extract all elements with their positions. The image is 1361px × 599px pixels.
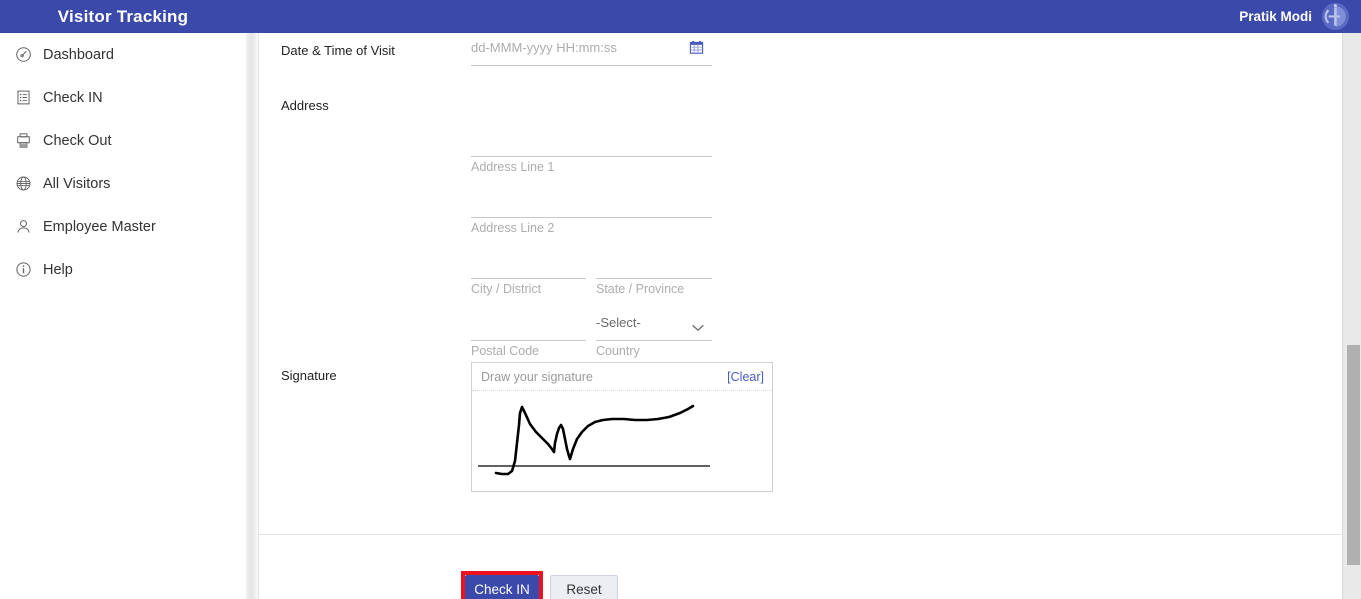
address-line2-placeholder: Address Line 2 — [471, 221, 555, 235]
datetime-input-placeholder: dd-MMM-yyyy HH:mm:ss — [471, 40, 617, 55]
state-province-placeholder: State / Province — [596, 282, 685, 296]
signature-clear-button[interactable]: [Clear] — [727, 370, 764, 384]
user-icon — [15, 216, 43, 238]
printer-icon — [15, 130, 43, 152]
sidebar-item-label: All Visitors — [43, 175, 111, 192]
company-logo-avatar-icon[interactable] — [1322, 3, 1349, 30]
country-select[interactable]: -Select- Country — [596, 313, 712, 358]
address-line1-placeholder: Address Line 1 — [471, 160, 555, 174]
visitor-check-in-form: Date & Time of Visit dd-MMM-yyyy HH:mm:s… — [259, 33, 1342, 534]
address-line2-input[interactable]: Address Line 2 — [471, 190, 712, 235]
city-district-placeholder: City / District — [471, 282, 542, 296]
page-scrollbar[interactable] — [1343, 33, 1361, 599]
reset-button[interactable]: Reset — [550, 575, 618, 599]
sidebar-item-label: Dashboard — [43, 46, 114, 63]
sidebar-content-divider — [246, 33, 258, 599]
sidebar-item-label: Check IN — [43, 89, 103, 106]
sidebar-item-label: Check Out — [43, 132, 112, 149]
sidebar-item-label: Employee Master — [43, 218, 156, 235]
gauge-icon — [15, 44, 43, 66]
user-name-label: Pratik Modi — [1239, 9, 1312, 24]
datetime-field-label: Date & Time of Visit — [281, 43, 395, 58]
form-action-bar: Check IN Reset — [259, 534, 1342, 599]
calendar-icon[interactable] — [689, 40, 704, 55]
sidebar-item-check-out[interactable]: Check Out — [0, 119, 246, 162]
signature-hint-label: Draw your signature — [481, 369, 593, 384]
check-in-submit-button[interactable]: Check IN — [465, 575, 539, 599]
state-province-input[interactable]: State / Province — [596, 251, 712, 296]
sidebar-item-all-visitors[interactable]: All Visitors — [0, 162, 246, 205]
address-field-label: Address — [281, 98, 329, 113]
app-window: Visitor Tracking Pratik Modi Dashboard C… — [0, 0, 1361, 599]
page-scrollbar-thumb[interactable] — [1347, 345, 1360, 565]
postal-code-input[interactable]: Postal Code — [471, 313, 586, 358]
signature-pad-header: Draw your signature [Clear] — [472, 363, 772, 391]
address-line1-input[interactable]: Address Line 1 — [471, 129, 712, 174]
city-district-input[interactable]: City / District — [471, 251, 586, 296]
top-header-bar: Visitor Tracking Pratik Modi — [0, 0, 1361, 33]
sidebar-item-check-in[interactable]: Check IN — [0, 76, 246, 119]
signature-drawing-canvas[interactable] — [472, 391, 772, 491]
app-brand-title: Visitor Tracking — [57, 6, 189, 26]
user-account-area[interactable]: Pratik Modi — [1239, 0, 1349, 33]
globe-icon — [15, 173, 43, 195]
sidebar-item-employee-master[interactable]: Employee Master — [0, 205, 246, 248]
clipboard-list-icon — [15, 87, 43, 109]
signature-pad[interactable]: Draw your signature [Clear] — [471, 362, 773, 492]
country-selected-value: -Select- — [596, 315, 641, 330]
sidebar-navigation: Dashboard Check IN Check Out All Visitor… — [0, 33, 246, 599]
sidebar-item-dashboard[interactable]: Dashboard — [0, 33, 246, 76]
country-placeholder: Country — [596, 344, 640, 358]
postal-code-placeholder: Postal Code — [471, 344, 540, 358]
signature-field-label: Signature — [281, 368, 337, 383]
sidebar-item-label: Help — [43, 261, 73, 278]
sidebar-item-help[interactable]: Help — [0, 248, 246, 291]
datetime-input[interactable]: dd-MMM-yyyy HH:mm:ss — [471, 38, 712, 66]
main-content-panel: Date & Time of Visit dd-MMM-yyyy HH:mm:s… — [258, 33, 1343, 599]
info-circle-icon — [15, 259, 43, 281]
chevron-down-icon[interactable] — [692, 319, 704, 332]
